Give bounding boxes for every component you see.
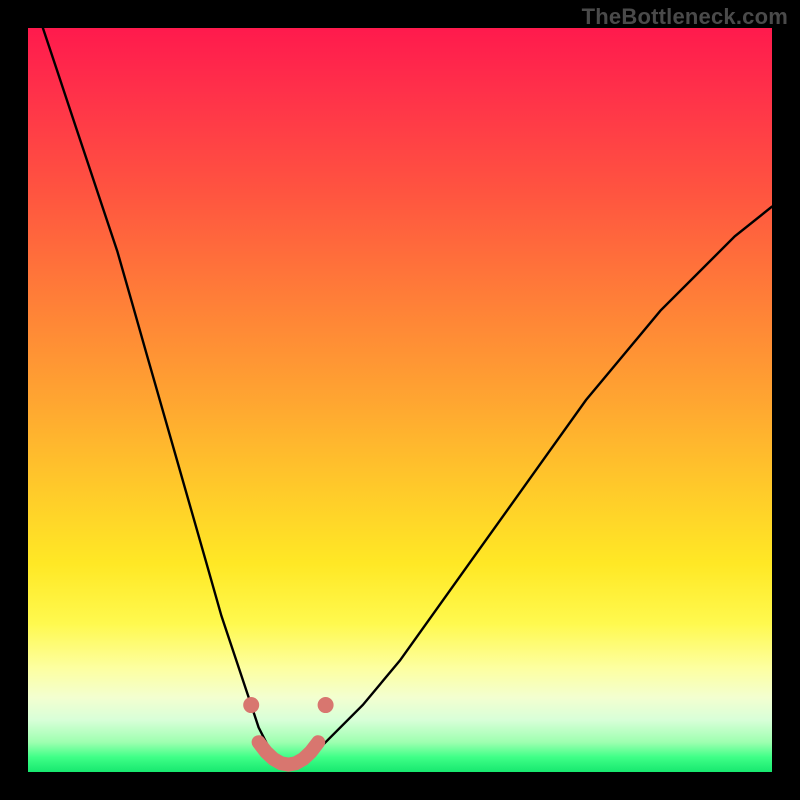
bottom-segment — [259, 742, 319, 764]
curve-svg — [28, 28, 772, 772]
marker-right — [318, 697, 334, 713]
watermark-text: TheBottleneck.com — [582, 4, 788, 30]
plot-area — [28, 28, 772, 772]
marker-left — [243, 697, 259, 713]
bottleneck-curve-path — [43, 28, 772, 768]
chart-frame: TheBottleneck.com — [0, 0, 800, 800]
